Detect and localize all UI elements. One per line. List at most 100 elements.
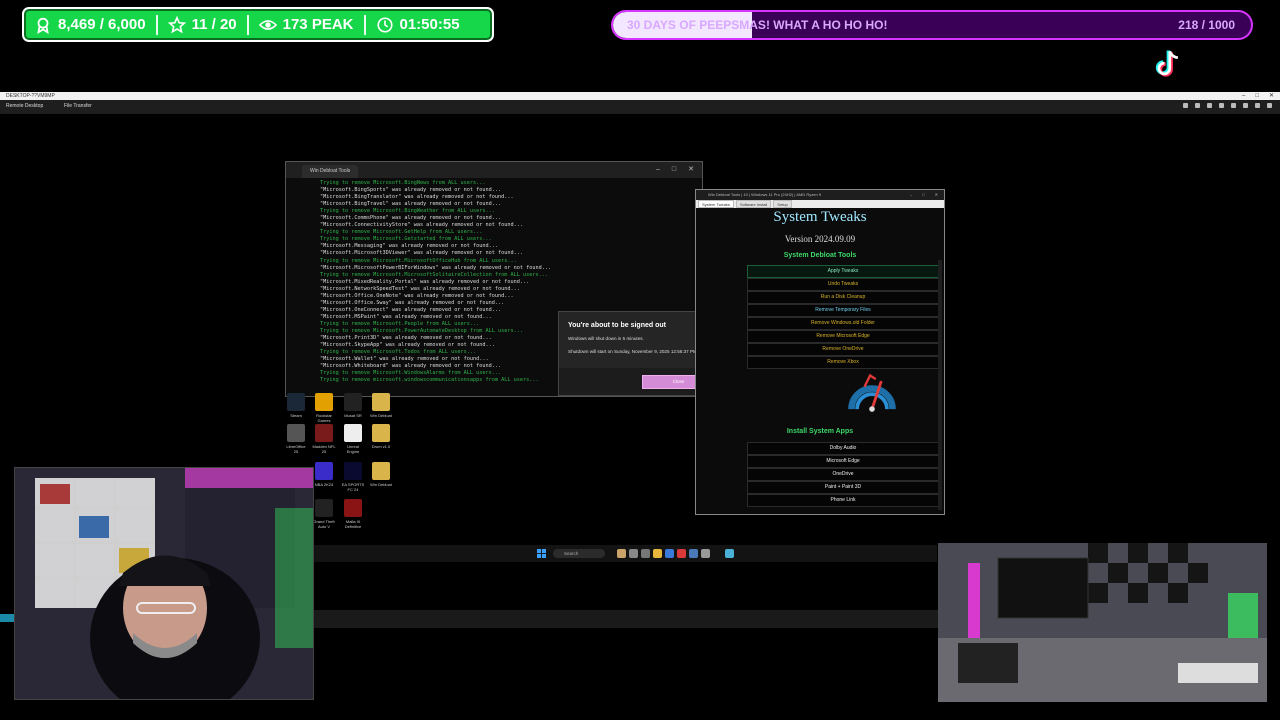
desktop-icon[interactable]: Unreal Engine <box>341 424 365 454</box>
install-edge-button[interactable]: Microsoft Edge <box>747 455 939 468</box>
desktop-icon[interactable]: Musat SR <box>341 393 365 418</box>
remove-onedrive-button[interactable]: Remove OneDrive <box>747 343 939 356</box>
settings-icon[interactable] <box>1183 103 1188 108</box>
close-icon[interactable]: ✕ <box>688 162 694 178</box>
close-icon[interactable]: ✕ <box>1269 92 1274 100</box>
scrollbar[interactable] <box>938 260 942 510</box>
room-scene-icon <box>938 543 1267 702</box>
section-install-apps: Install System Apps <box>786 428 854 435</box>
maximize-icon[interactable]: □ <box>1255 92 1259 100</box>
remove-windows-old-button[interactable]: Remove Windows.old Folder <box>747 317 939 330</box>
dialog-heading: You're about to be signed out <box>568 322 666 329</box>
install-dolby-audio-button[interactable]: Dolby Audio <box>747 442 939 455</box>
remove-temp-files-button[interactable]: Remove Temporary Files <box>747 304 939 317</box>
clipboard-icon[interactable] <box>1207 103 1212 108</box>
taskbar-search[interactable]: Search <box>553 549 605 558</box>
chat-icon[interactable] <box>1231 103 1236 108</box>
tab-software-install[interactable]: Software Install <box>735 200 772 208</box>
terminal-line-text: Trying to remove Microsoft.GetHelp from … <box>320 229 483 236</box>
terminal-line: "Microsoft.MixedReality.Portal" was alre… <box>290 279 698 286</box>
stream-stats-bar: 8,469 / 6,000 11 / 20 173 PEAK 01:50:55 <box>22 7 494 42</box>
minimize-icon[interactable]: – <box>656 162 660 178</box>
desktop-icon-label: Drum v1.0 <box>371 444 391 449</box>
dialog-shutdown-time: Shutdown will start on Sunday, November … <box>568 349 699 354</box>
remote-desktop-toolbar: Remote Desktop File Transfer <box>0 100 1280 114</box>
desktop-icon[interactable]: Win Debloat <box>369 462 393 487</box>
settings-icon[interactable] <box>701 549 710 558</box>
minimize-icon[interactable]: – <box>910 190 912 200</box>
desktop-icon-label: LibreOffice 25 <box>286 444 306 454</box>
debloat-tools-window[interactable]: Win Debloat Tools | 10 | Windows 11 Pro … <box>695 189 945 515</box>
terminal-line-text: "Microsoft.MixedReality.Portal" was alre… <box>320 278 530 285</box>
tab-system-tweaks[interactable]: System Tweaks <box>698 200 734 208</box>
task-view-icon[interactable] <box>629 549 638 558</box>
close-icon[interactable]: ✕ <box>935 190 938 200</box>
stat-divider <box>246 14 249 35</box>
subs-stat: 11 / 20 <box>158 9 247 40</box>
apply-tweaks-button[interactable]: Apply Tweaks <box>747 265 939 278</box>
room-webcam <box>938 543 1267 702</box>
desktop-icon[interactable]: EA SPORTS FC 24 <box>341 462 365 492</box>
windows-start-icon[interactable] <box>537 549 546 558</box>
desktop-icon[interactable]: Mafia III Definitive <box>341 499 365 529</box>
remove-xbox-button[interactable]: Remove Xbox <box>747 356 939 369</box>
terminal-line-prefix <box>290 187 320 194</box>
terminal-line-prefix <box>290 243 320 250</box>
undo-tweaks-button[interactable]: Undo Tweaks <box>747 278 939 291</box>
terminal-line: "Microsoft.Office.Sway" was already remo… <box>290 300 698 307</box>
remove-edge-button[interactable]: Remove Microsoft Edge <box>747 330 939 343</box>
desktop-icon[interactable]: Rockstar Games <box>312 393 336 423</box>
desktop-icon[interactable]: NBA 2K24 <box>312 462 336 487</box>
app-icon <box>315 393 333 411</box>
terminal-line-prefix <box>290 356 320 363</box>
desktop-icon[interactable]: Drum v1.0 <box>369 424 393 449</box>
desktop-icon[interactable]: Madden NFL 25 <box>312 424 336 454</box>
terminal-line: "Microsoft.Messaging" was already remove… <box>290 243 698 250</box>
terminal-line: Trying to remove Microsoft.MicrosoftSoli… <box>290 272 698 279</box>
tab-file-transfer[interactable]: File Transfer <box>64 103 92 109</box>
terminal-line-text: Trying to remove Microsoft.Getstarted fr… <box>320 236 492 243</box>
stream-goal-bar: 30 DAYS OF PEEPSMAS! WHAT A HO HO HO! 21… <box>611 10 1253 40</box>
webcam-scene-icon <box>15 468 313 699</box>
disk-cleanup-button[interactable]: Run a Disk Cleanup <box>747 291 939 304</box>
terminal-line-prefix <box>290 286 320 293</box>
terminal-line-prefix <box>290 279 320 286</box>
terminal-line-prefix <box>290 208 320 215</box>
terminal-line: "Microsoft.Microsoft3DViewer" was alread… <box>290 250 698 257</box>
install-paint-button[interactable]: Paint + Paint 3D <box>747 481 939 494</box>
install-onedrive-button[interactable]: OneDrive <box>747 468 939 481</box>
terminal-line-prefix <box>290 370 320 377</box>
keyboard-icon[interactable] <box>1219 103 1224 108</box>
remote-icon[interactable] <box>725 549 734 558</box>
fullscreen-icon[interactable] <box>1267 103 1272 108</box>
record-icon[interactable] <box>1243 103 1248 108</box>
monitor-icon[interactable] <box>1195 103 1200 108</box>
browser-icon[interactable] <box>677 549 686 558</box>
terminal-line-prefix <box>290 321 320 328</box>
desktop-icon[interactable]: Win Debloat <box>369 393 393 418</box>
desktop-icon[interactable]: LibreOffice 25 <box>284 424 308 454</box>
tab-setup[interactable]: Setup <box>773 200 792 208</box>
tab-remote-desktop[interactable]: Remote Desktop <box>6 103 43 109</box>
desktop-icon[interactable]: Grand Theft Auto V <box>312 499 336 529</box>
install-phone-link-button[interactable]: Phone Link <box>747 494 939 507</box>
screenshot-icon[interactable] <box>1255 103 1260 108</box>
desktop-icon-label: Steam <box>290 413 302 418</box>
edge-icon[interactable] <box>665 549 674 558</box>
minimize-icon[interactable]: – <box>1242 92 1245 100</box>
terminal-tab[interactable]: Win Debloat Tools <box>302 165 359 178</box>
widgets-icon[interactable] <box>617 549 626 558</box>
terminal-line-text: "Microsoft.Office.OneNote" was already r… <box>320 292 514 299</box>
maximize-icon[interactable]: □ <box>922 190 924 200</box>
terminal-line-text: "Microsoft.NetworkSpeedTest" was already… <box>320 285 520 292</box>
page-title: System Tweaks <box>773 209 867 225</box>
debloat-tabs: System Tweaks Software Install Setup <box>696 200 944 208</box>
streamer-webcam <box>14 467 314 700</box>
terminal-icon[interactable] <box>641 549 650 558</box>
maximize-icon[interactable]: □ <box>672 162 676 178</box>
desktop-icon[interactable]: Steam <box>284 393 308 418</box>
debloat-app-icon[interactable] <box>689 549 698 558</box>
dialog-message: Windows will shut down in 5 minutes. <box>568 336 644 341</box>
file-explorer-icon[interactable] <box>653 549 662 558</box>
terminal-line-prefix <box>290 293 320 300</box>
